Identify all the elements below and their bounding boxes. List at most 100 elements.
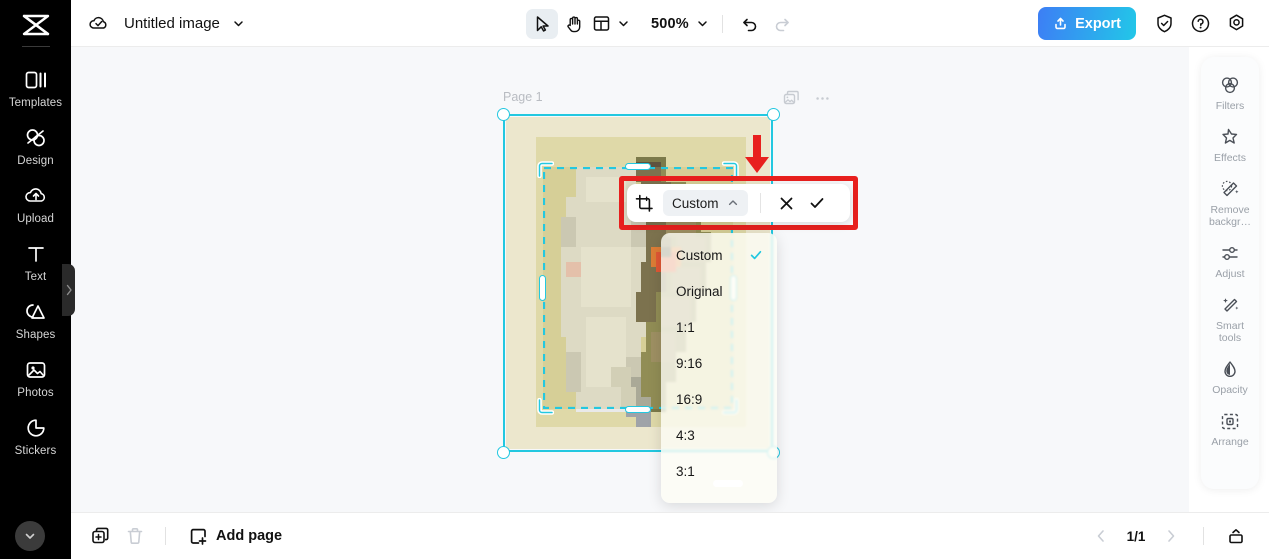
bottom-divider <box>165 527 166 545</box>
sidebar-collapse-button[interactable] <box>15 521 45 551</box>
sidebar-item-design[interactable]: Design <box>0 117 71 175</box>
upload-icon <box>24 184 48 208</box>
ratio-option-label: 4:3 <box>676 427 695 443</box>
layout-grid-icon <box>593 16 610 31</box>
selection-handle-bl[interactable] <box>497 446 510 459</box>
redo-icon <box>775 18 789 31</box>
capcut-logo-icon[interactable] <box>14 10 58 40</box>
sidebar-divider <box>21 46 50 47</box>
sidebar-item-label: Design <box>17 155 54 167</box>
sidebar-nav-list: Templates Design Upload Text Shapes Phot… <box>0 59 71 465</box>
delete-page-button[interactable] <box>120 521 150 551</box>
filters-icon <box>1219 74 1241 97</box>
magic-wand-icon <box>1219 178 1241 201</box>
chevron-down-icon <box>25 533 35 539</box>
annotation-arrow <box>745 135 769 173</box>
layout-tool-button[interactable] <box>590 9 632 39</box>
zoom-level-button[interactable]: 500% <box>649 9 711 39</box>
sidebar-item-text[interactable]: Text <box>0 233 71 291</box>
ratio-option-original[interactable]: Original <box>661 273 777 309</box>
upload-share-icon <box>1055 17 1066 30</box>
capcut-image-editor: Templates Design Upload Text Shapes Phot… <box>0 0 1269 559</box>
undo-icon <box>743 18 757 31</box>
crop-toolbar: Custom <box>627 184 850 222</box>
prev-page-button[interactable] <box>1086 521 1116 551</box>
ratio-option-4-3[interactable]: 4:3 <box>661 417 777 453</box>
right-panel-item-label: Filters <box>1215 100 1245 112</box>
right-panel-item-label: Opacity <box>1212 384 1248 396</box>
selection-handle-tl[interactable] <box>497 108 510 121</box>
undo-button[interactable] <box>734 9 766 39</box>
aspect-ratio-select[interactable]: Custom <box>663 190 748 216</box>
ratio-option-1-1[interactable]: 1:1 <box>661 309 777 345</box>
right-panel-item-effects[interactable]: Effects <box>1201 118 1259 170</box>
ratio-option-label: Original <box>676 283 723 299</box>
sidebar-item-photos[interactable]: Photos <box>0 349 71 407</box>
export-button[interactable]: Export <box>1038 7 1136 40</box>
security-button[interactable] <box>1147 7 1181 41</box>
chevron-left-icon <box>1097 530 1104 542</box>
canvas-area[interactable]: Page 1 Custom Custom Original 1:1 9:16 1… <box>71 47 1189 512</box>
right-panel-item-adjust[interactable]: Adjust <box>1201 234 1259 286</box>
stickers-icon <box>24 416 48 440</box>
duplicate-page-button[interactable] <box>86 521 116 551</box>
text-icon <box>24 242 48 266</box>
duplicate-page-icon[interactable] <box>783 90 800 112</box>
crop-confirm-button[interactable] <box>804 190 831 217</box>
ratio-option-label: 1:1 <box>676 319 695 335</box>
ratio-option-label: 9:16 <box>676 355 703 371</box>
hand-tool-button[interactable] <box>558 9 590 39</box>
zoom-level-value: 500% <box>651 15 689 32</box>
right-panel-item-label: Smart tools <box>1215 320 1244 344</box>
sidebar-item-label: Templates <box>8 97 63 109</box>
sidebar-item-stickers[interactable]: Stickers <box>0 407 71 465</box>
canvas-tools-group: 500% <box>526 0 798 47</box>
sidebar-item-upload[interactable]: Upload <box>0 175 71 233</box>
aspect-ratio-menu[interactable]: Custom Original 1:1 9:16 16:9 4:3 3:1 <box>661 233 777 503</box>
bottom-right-group: 1/1 <box>1086 521 1251 551</box>
right-panel-item-opacity[interactable]: Opacity <box>1201 350 1259 402</box>
next-page-button[interactable] <box>1156 521 1186 551</box>
right-panel-item-label: Arrange <box>1211 436 1249 448</box>
chevron-down-icon <box>619 21 628 27</box>
add-page-button[interactable]: Add page <box>189 527 282 546</box>
right-panel-item-smart-tools[interactable]: Smart tools <box>1201 286 1259 350</box>
ratio-option-label: 3:1 <box>676 463 695 479</box>
sparkle-wand-icon <box>1219 294 1241 317</box>
ratio-option-label: Custom <box>676 247 723 263</box>
more-horizontal-icon[interactable] <box>814 90 831 112</box>
ratio-option-16-9[interactable]: 16:9 <box>661 381 777 417</box>
chevron-up-icon <box>728 200 737 206</box>
right-panel-item-filters[interactable]: Filters <box>1201 66 1259 118</box>
hand-pan-icon <box>567 15 581 32</box>
shapes-icon <box>24 300 48 324</box>
ratio-option-label: 16:9 <box>676 391 703 407</box>
cloud-saved-icon <box>88 12 110 34</box>
menu-scrollbar-thumb[interactable] <box>713 480 743 487</box>
sidebar-item-shapes[interactable]: Shapes <box>0 291 71 349</box>
collapse-panel-icon <box>1229 529 1243 544</box>
sidebar-panel-expand-handle[interactable] <box>62 264 75 316</box>
right-panel-item-label: Adjust <box>1215 268 1245 280</box>
redo-button[interactable] <box>766 9 798 39</box>
settings-button[interactable] <box>1219 7 1253 41</box>
toggle-panel-button[interactable] <box>1221 521 1251 551</box>
right-panel-item-arrange[interactable]: Arrange <box>1201 402 1259 454</box>
sidebar-item-label: Upload <box>16 213 55 225</box>
document-title-group: Untitled image <box>88 12 245 34</box>
crop-tool-icon[interactable] <box>627 194 661 213</box>
help-button[interactable] <box>1183 7 1217 41</box>
document-title-caret-icon[interactable] <box>232 17 245 30</box>
ratio-option-9-16[interactable]: 9:16 <box>661 345 777 381</box>
page-actions <box>783 90 831 112</box>
ratio-option-custom[interactable]: Custom <box>661 237 777 273</box>
design-icon <box>24 126 48 150</box>
check-icon <box>810 198 824 208</box>
right-panel-item-remove-background[interactable]: Remove backgr… <box>1201 170 1259 234</box>
topbar-right-group: Export <box>1038 0 1253 47</box>
select-tool-button[interactable] <box>526 8 558 39</box>
selection-handle-tr[interactable] <box>767 108 780 121</box>
document-title[interactable]: Untitled image <box>124 15 220 32</box>
sidebar-item-templates[interactable]: Templates <box>0 59 71 117</box>
crop-cancel-button[interactable] <box>773 190 800 217</box>
